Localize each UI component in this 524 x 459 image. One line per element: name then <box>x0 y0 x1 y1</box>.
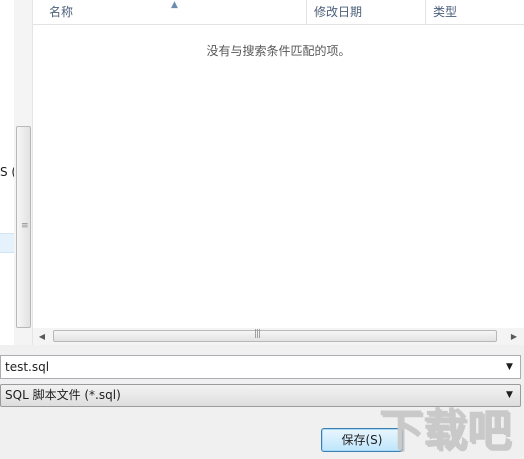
filename-input[interactable]: test.sql ▼ <box>0 355 521 379</box>
column-header: 名称 ▲ 修改日期 类型 <box>33 0 524 25</box>
watermark-text: 下载吧 <box>379 405 511 456</box>
column-name[interactable]: 名称 <box>33 0 307 24</box>
watermark-logo: 下载吧 下载吧 <box>379 405 513 456</box>
arrow-right-icon[interactable]: ▶ <box>507 328 521 345</box>
empty-message: 没有与搜索条件匹配的项。 <box>206 44 351 58</box>
filename-value[interactable]: test.sql <box>5 356 49 378</box>
grip-icon: ||| <box>254 329 261 339</box>
file-list[interactable]: 名称 ▲ 修改日期 类型 没有与搜索条件匹配的项。 <box>33 0 524 345</box>
nav-scrollbar-thumb[interactable]: ≡ <box>16 126 31 328</box>
sort-ascending-icon: ▲ <box>171 0 178 10</box>
nav-item-selected-highlight[interactable] <box>0 233 14 253</box>
horizontal-scrollbar-thumb[interactable]: ||| <box>53 329 497 342</box>
navigation-pane[interactable]: S ( ≡ <box>0 0 33 345</box>
column-type[interactable]: 类型 <box>426 0 524 24</box>
horizontal-scrollbar[interactable]: ◀ ||| ▶ <box>33 328 524 345</box>
arrow-left-icon[interactable]: ◀ <box>35 328 49 345</box>
column-date-modified[interactable]: 修改日期 <box>307 0 426 24</box>
grip-icon: ≡ <box>21 221 29 231</box>
filetype-value[interactable]: SQL 脚本文件 (*.sql) <box>5 385 121 406</box>
chevron-down-icon[interactable]: ▼ <box>506 356 513 378</box>
nav-vertical-scrollbar[interactable]: ≡ <box>14 0 32 345</box>
